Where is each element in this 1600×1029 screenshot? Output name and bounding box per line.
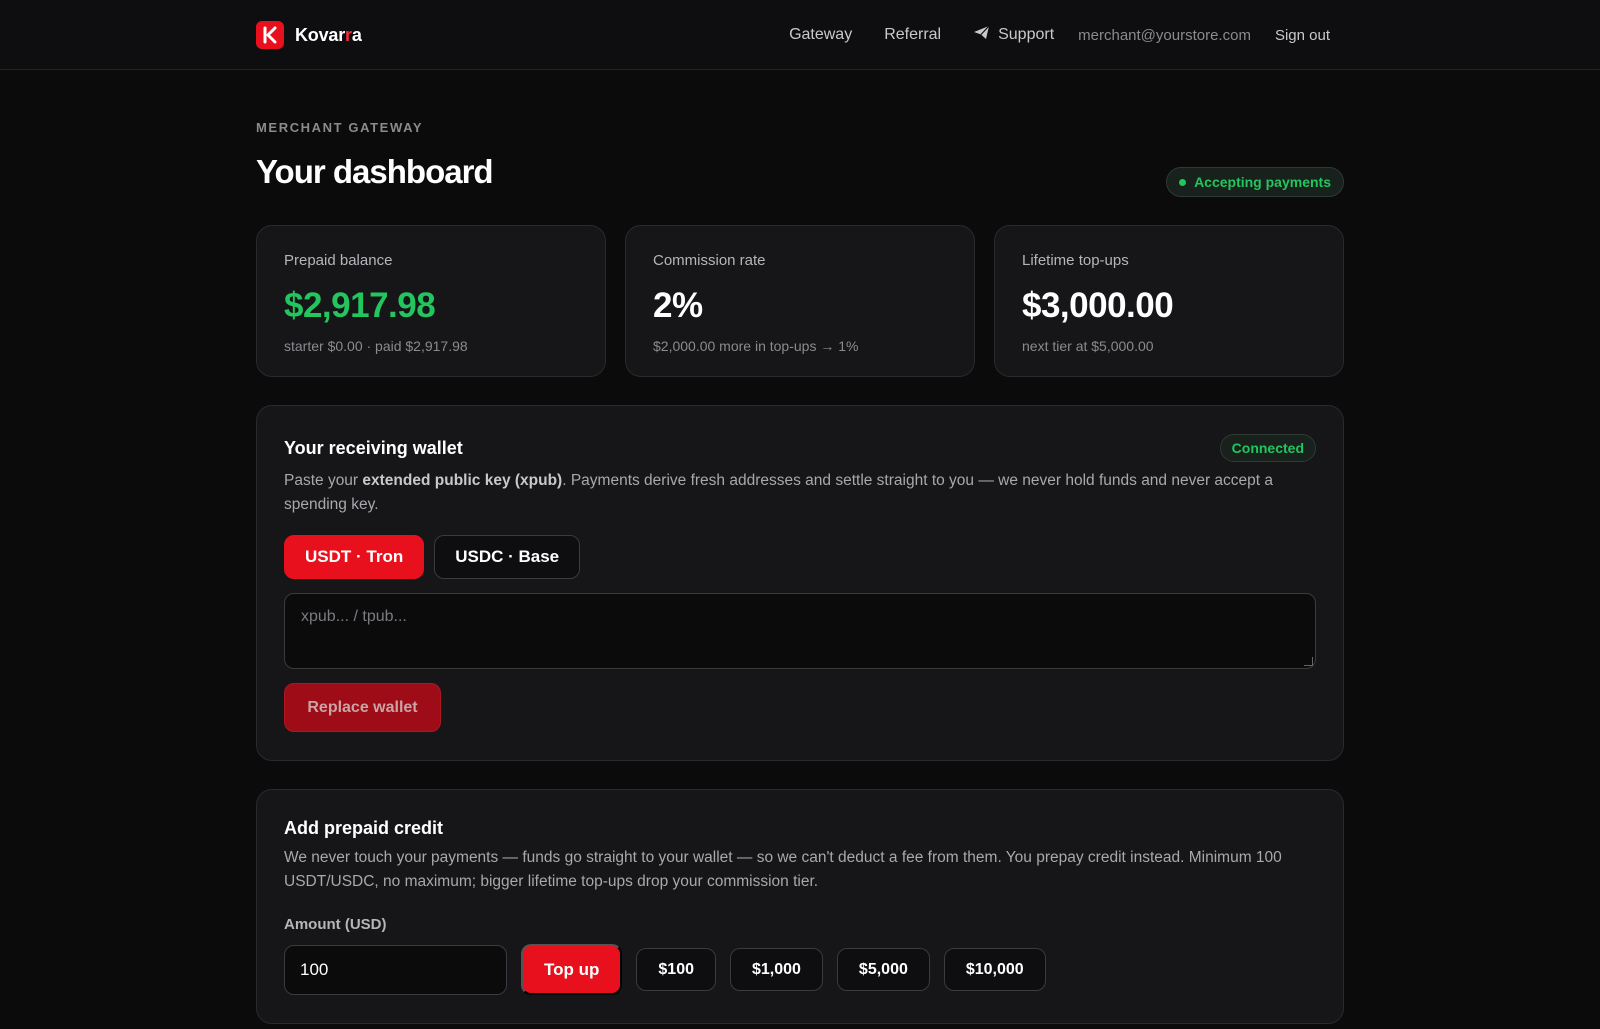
kovarra-logo-icon <box>256 21 284 49</box>
network-selector: USDT · Tron USDC · Base <box>284 535 1316 579</box>
credit-description: We never touch your payments — funds go … <box>284 849 1282 890</box>
wallet-description-text: Paste your <box>284 472 363 489</box>
preset-amount-10000[interactable]: $10,000 <box>943 948 1046 991</box>
brand-name-prefix: Kovar <box>295 24 346 45</box>
nav-referral[interactable]: Referral <box>884 26 941 44</box>
stats-row: Prepaid balance $2,917.98 starter $0.00 … <box>256 225 1344 377</box>
xpub-input[interactable]: xpub... / tpub... <box>284 593 1316 669</box>
top-navigation-bar: Kovarra Gateway Referral Support merchan… <box>0 0 1600 70</box>
network-usdt-tron-button[interactable]: USDT · Tron <box>284 535 425 579</box>
amount-label: Amount (USD) <box>284 916 387 933</box>
stat-subtext: starter $0.00 · paid $2,917.98 <box>284 338 468 354</box>
top-up-button[interactable]: Top up <box>521 944 623 995</box>
send-plane-icon <box>973 25 990 45</box>
stat-label: Prepaid balance <box>284 252 393 269</box>
title-row: Your dashboard Accepting payments <box>256 153 1344 197</box>
page-eyebrow: MERCHANT GATEWAY <box>256 120 424 135</box>
stat-value: $3,000.00 <box>1022 286 1174 325</box>
stat-label: Commission rate <box>653 252 766 269</box>
main-nav: Gateway Referral Support merchant@yourst… <box>789 25 1344 45</box>
main-content: MERCHANT GATEWAY Your dashboard Acceptin… <box>256 70 1344 1024</box>
nav-gateway[interactable]: Gateway <box>789 26 852 44</box>
amount-row: 100 Top up $100 $1,000 $5,000 $10,000 <box>284 944 1316 995</box>
prepaid-credit-card: Add prepaid credit We never touch your p… <box>256 789 1344 1024</box>
sign-out-link[interactable]: Sign out <box>1275 27 1330 44</box>
preset-amount-5000[interactable]: $5,000 <box>836 948 930 991</box>
stat-label: Lifetime top-ups <box>1022 252 1129 269</box>
nav-support-label: Support <box>998 26 1055 43</box>
receiving-wallet-card: Your receiving wallet Connected Paste yo… <box>256 405 1344 761</box>
amount-input[interactable]: 100 <box>284 944 507 995</box>
stat-card-prepaid-balance: Prepaid balance $2,917.98 starter $0.00 … <box>256 225 606 377</box>
stat-subtext: next tier at $5,000.00 <box>1022 338 1154 354</box>
stat-value: $2,917.98 <box>284 286 436 325</box>
network-usdc-base-button[interactable]: USDC · Base <box>434 535 581 579</box>
brand[interactable]: Kovarra <box>256 21 362 49</box>
xpub-input-placeholder: xpub... / tpub... <box>301 608 407 625</box>
card-header: Your receiving wallet Connected <box>284 434 1316 462</box>
page-title: Your dashboard <box>256 153 494 190</box>
brand-name: Kovarra <box>295 25 362 46</box>
top-navigation-inner: Kovarra Gateway Referral Support merchan… <box>256 0 1344 70</box>
wallet-description: Paste your extended public key (xpub). P… <box>284 469 1316 517</box>
brand-name-accent: r <box>345 24 352 45</box>
resize-grip-icon[interactable] <box>1304 657 1313 666</box>
status-dot-icon <box>1179 178 1187 186</box>
status-badge-label: Accepting payments <box>1194 174 1331 190</box>
stat-subtext: $2,000.00 more in top-ups → 1% <box>653 338 859 354</box>
wallet-description-bold: extended public key (xpub) <box>362 472 563 489</box>
status-badge: Accepting payments <box>1166 167 1344 197</box>
stat-card-commission-rate: Commission rate 2% $2,000.00 more in top… <box>625 225 975 377</box>
stat-card-lifetime-topups: Lifetime top-ups $3,000.00 next tier at … <box>994 225 1344 377</box>
connected-badge: Connected <box>1219 434 1316 462</box>
preset-amount-1000[interactable]: $1,000 <box>729 948 823 991</box>
user-email: merchant@yourstore.com <box>1078 26 1251 44</box>
preset-amount-100[interactable]: $100 <box>636 948 716 991</box>
nav-support[interactable]: Support <box>973 25 1054 45</box>
replace-wallet-button[interactable]: Replace wallet <box>284 683 441 732</box>
stat-value: 2% <box>653 286 703 325</box>
card-title: Your receiving wallet <box>284 437 463 458</box>
brand-name-suffix: a <box>351 24 362 45</box>
card-title: Add prepaid credit <box>284 818 444 838</box>
